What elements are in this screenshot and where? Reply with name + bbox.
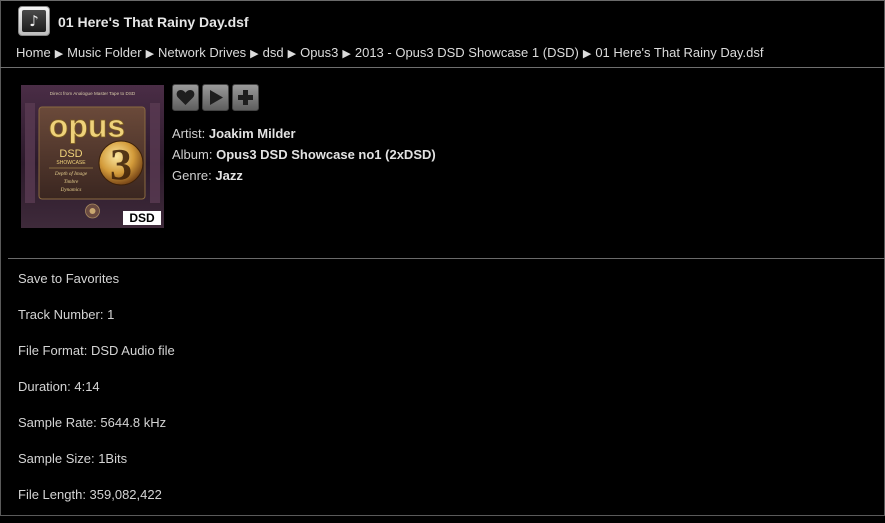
breadcrumb-separator-icon: ▶ bbox=[582, 47, 592, 60]
save-to-favorites-link[interactable]: Save to Favorites bbox=[18, 271, 175, 307]
file-details: Save to Favorites Track Number: 1 File F… bbox=[18, 271, 175, 523]
album-art-badge: 3 bbox=[110, 140, 132, 189]
album-art-line-2: Timbre bbox=[64, 179, 79, 185]
favorite-button[interactable] bbox=[172, 84, 199, 111]
title-bar: ♪ 01 Here's That Rainy Day.dsf Home ▶ Musi… bbox=[0, 0, 885, 68]
album-art-subtitle: DSD bbox=[59, 148, 82, 160]
action-buttons bbox=[172, 84, 259, 111]
sample-size: Sample Size: 1Bits bbox=[18, 451, 128, 466]
album-value[interactable]: Opus3 DSD Showcase no1 (2xDSD) bbox=[216, 147, 436, 162]
artist-value[interactable]: Joakim Milder bbox=[209, 126, 296, 141]
file-length: File Length: 359,082,422 bbox=[18, 487, 162, 502]
page-title: 01 Here's That Rainy Day.dsf bbox=[58, 14, 249, 30]
album-art-showcase: SHOWCASE bbox=[56, 160, 86, 166]
heart-icon bbox=[176, 90, 195, 105]
album-label: Album: bbox=[172, 147, 213, 162]
breadcrumb-separator-icon: ▶ bbox=[54, 47, 64, 60]
album-art-line-3: Dynamics bbox=[60, 187, 82, 193]
duration: Duration: 4:14 bbox=[18, 379, 100, 394]
breadcrumb-separator-icon: ▶ bbox=[250, 47, 259, 60]
breadcrumb: Home ▶ Music Folder ▶ Network Drives ▶ dsd ▶ Opu… bbox=[16, 45, 764, 60]
play-icon bbox=[210, 90, 223, 105]
genre-label: Genre: bbox=[172, 168, 212, 183]
breadcrumb-dsd[interactable]: dsd bbox=[263, 45, 284, 60]
breadcrumb-album-folder[interactable]: 2013 - Opus3 DSD Showcase 1 (DSD) bbox=[355, 45, 579, 60]
album-art: Direct from Analogue Master Tape to DSD … bbox=[21, 85, 164, 228]
album-art-top-text: Direct from Analogue Master Tape to DSD bbox=[50, 91, 136, 96]
file-format: File Format: DSD Audio file bbox=[18, 343, 175, 358]
genre-value[interactable]: Jazz bbox=[215, 168, 242, 183]
track-number: Track Number: 1 bbox=[18, 307, 115, 322]
play-button[interactable] bbox=[202, 84, 229, 111]
plus-icon bbox=[238, 90, 253, 105]
breadcrumb-home[interactable]: Home bbox=[16, 45, 51, 60]
artist-row: Artist: Joakim Milder bbox=[172, 123, 436, 144]
album-cover-image: Direct from Analogue Master Tape to DSD … bbox=[21, 85, 164, 228]
album-art-dsd-logo: DSD bbox=[129, 211, 155, 225]
artist-label: Artist: bbox=[172, 126, 206, 141]
album-art-brand: opus bbox=[49, 108, 125, 144]
breadcrumb-separator-icon: ▶ bbox=[287, 47, 297, 60]
breadcrumb-current-file: 01 Here's That Rainy Day.dsf bbox=[595, 45, 764, 60]
breadcrumb-separator-icon: ▶ bbox=[145, 47, 155, 60]
breadcrumb-network-drives[interactable]: Network Drives bbox=[158, 45, 246, 60]
track-metadata: Artist: Joakim Milder Album: Opus3 DSD S… bbox=[172, 123, 436, 186]
album-row: Album: Opus3 DSD Showcase no1 (2xDSD) bbox=[172, 144, 436, 165]
breadcrumb-separator-icon: ▶ bbox=[342, 47, 351, 60]
genre-row: Genre: Jazz bbox=[172, 165, 436, 186]
section-divider bbox=[8, 258, 885, 259]
breadcrumb-music-folder[interactable]: Music Folder bbox=[67, 45, 141, 60]
breadcrumb-opus3[interactable]: Opus3 bbox=[300, 45, 338, 60]
music-note-icon: ♪ bbox=[18, 6, 50, 36]
add-button[interactable] bbox=[232, 84, 259, 111]
album-art-line-1: Depth of Image bbox=[54, 170, 88, 177]
sample-rate: Sample Rate: 5644.8 kHz bbox=[18, 415, 167, 430]
